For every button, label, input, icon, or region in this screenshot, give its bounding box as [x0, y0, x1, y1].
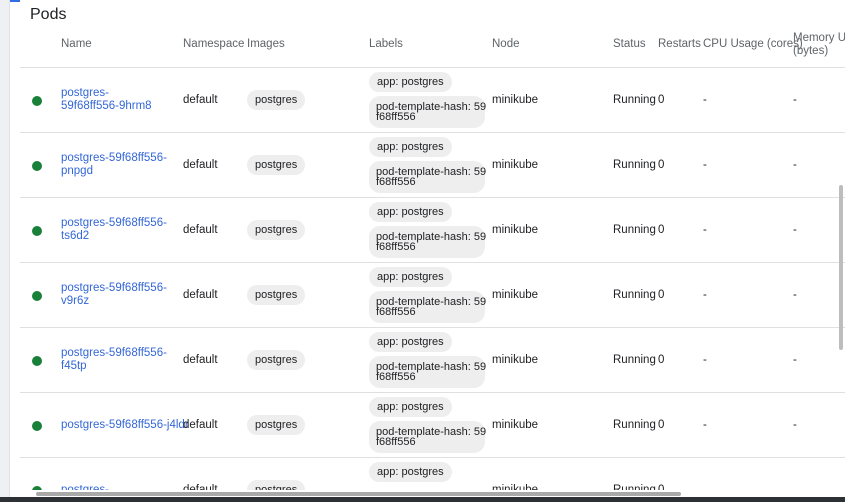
table-row[interactable]: postgres- default postgres app: postgres…	[20, 458, 845, 490]
cpu-usage-cell: -	[703, 94, 707, 106]
restarts-cell: 0	[658, 224, 665, 236]
cpu-usage-cell: -	[703, 224, 707, 236]
label-chip-app: app: postgres	[369, 397, 452, 417]
node-cell: minikube	[492, 419, 539, 431]
namespace-cell: default	[183, 224, 218, 236]
status-running-icon	[32, 226, 42, 236]
status-running-icon	[32, 161, 42, 171]
horizontal-scrollbar-thumb[interactable]	[36, 492, 681, 496]
status-cell: Running	[613, 289, 656, 301]
label-chip-app: app: postgres	[369, 462, 452, 482]
restarts-cell: 0	[658, 484, 665, 490]
label-chip-app: app: postgres	[369, 267, 452, 287]
status-cell: Running	[613, 159, 656, 171]
node-cell: minikube	[492, 289, 539, 301]
node-cell: minikube	[492, 224, 539, 236]
label-chip-app: app: postgres	[369, 332, 452, 352]
card-title: Pods	[30, 6, 67, 23]
image-chip: postgres	[247, 350, 306, 370]
status-running-icon	[32, 421, 42, 431]
node-cell: minikube	[492, 94, 539, 106]
label-chip-pod-template-hash: pod-template-hash: 59 f68ff556	[369, 356, 486, 388]
label-chip-pod-template-hash: pod-template-hash: 59 f68ff556	[369, 96, 486, 128]
status-cell: Running	[613, 224, 656, 236]
header-status: Status	[613, 38, 646, 50]
header-cpu-usage: CPU Usage (cores)	[703, 38, 803, 50]
image-chip: postgres	[247, 480, 306, 490]
memory-usage-cell: -	[793, 94, 797, 106]
pod-name-link[interactable]: postgres-59f68ff556- ts6d2	[61, 217, 176, 243]
status-cell: Running	[613, 94, 656, 106]
memory-usage-cell: -	[793, 224, 797, 236]
namespace-cell: default	[183, 484, 218, 490]
label-chip-app: app: postgres	[369, 72, 452, 92]
status-running-icon	[32, 486, 42, 490]
label-chip-pod-template-hash: pod-template-hash: 59 f68ff556	[369, 291, 486, 323]
table-row[interactable]: postgres-59f68ff556- f45tp default postg…	[20, 328, 845, 393]
image-chip: postgres	[247, 90, 306, 110]
image-chip: postgres	[247, 415, 306, 435]
restarts-cell: 0	[658, 419, 665, 431]
status-cell: Running	[613, 354, 656, 366]
status-cell: Running	[613, 419, 656, 431]
cpu-usage-cell: -	[703, 419, 707, 431]
table-row[interactable]: postgres-59f68ff556- ts6d2 default postg…	[20, 198, 845, 263]
header-images: Images	[247, 38, 285, 50]
header-restarts: Restarts	[658, 38, 701, 50]
node-cell: minikube	[492, 159, 539, 171]
image-chip: postgres	[247, 220, 306, 240]
vertical-scrollbar-thumb[interactable]	[839, 185, 843, 350]
memory-usage-cell: -	[793, 354, 797, 366]
header-node: Node	[492, 38, 520, 50]
pod-name-link[interactable]: postgres-59f68ff556- v9r6z	[61, 282, 176, 308]
namespace-cell: default	[183, 419, 218, 431]
left-gutter	[0, 0, 10, 502]
status-running-icon	[32, 356, 42, 366]
pods-card: Pods Name Namespace Images Labels Node S…	[20, 0, 845, 490]
memory-usage-cell: -	[793, 419, 797, 431]
table-row[interactable]: postgres- 59f68ff556-9hrm8 default postg…	[20, 68, 845, 133]
bottom-bar	[0, 497, 845, 502]
restarts-cell: 0	[658, 94, 665, 106]
label-chip-app: app: postgres	[369, 202, 452, 222]
pod-name-link[interactable]: postgres-	[61, 484, 176, 490]
node-cell: minikube	[492, 484, 539, 490]
label-chip-app: app: postgres	[369, 137, 452, 157]
label-chip-pod-template-hash: pod-template-hash: 59 f68ff556	[369, 421, 486, 453]
restarts-cell: 0	[658, 354, 665, 366]
cpu-usage-cell: -	[703, 159, 707, 171]
namespace-cell: default	[183, 354, 218, 366]
status-running-icon	[32, 291, 42, 301]
table-row[interactable]: postgres-59f68ff556- v9r6z default postg…	[20, 263, 845, 328]
restarts-cell: 0	[658, 159, 665, 171]
status-running-icon	[32, 96, 42, 106]
pod-name-link[interactable]: postgres-59f68ff556- f45tp	[61, 347, 176, 373]
table-row[interactable]: postgres-59f68ff556-j4ldr default postgr…	[20, 393, 845, 458]
header-namespace[interactable]: Namespace	[183, 38, 244, 51]
pod-name-link[interactable]: postgres-59f68ff556- pnpgd	[61, 152, 176, 178]
namespace-cell: default	[183, 159, 218, 171]
label-chip-pod-template-hash: pod-template-hash: 59 f68ff556	[369, 161, 486, 193]
namespace-cell: default	[183, 94, 218, 106]
pod-name-link[interactable]: postgres-59f68ff556-j4ldr	[61, 419, 189, 432]
table-row[interactable]: postgres-59f68ff556- pnpgd default postg…	[20, 133, 845, 198]
image-chip: postgres	[247, 285, 306, 305]
image-chip: postgres	[247, 155, 306, 175]
memory-usage-cell: -	[793, 289, 797, 301]
header-labels: Labels	[369, 38, 403, 50]
status-cell: Running	[613, 484, 656, 490]
namespace-cell: default	[183, 289, 218, 301]
cpu-usage-cell: -	[703, 289, 707, 301]
label-chip-pod-template-hash: pod-template-hash: 59 f68ff556	[369, 226, 486, 258]
restarts-cell: 0	[658, 289, 665, 301]
pod-name-link[interactable]: postgres- 59f68ff556-9hrm8	[61, 87, 176, 113]
header-name[interactable]: Name	[61, 38, 92, 51]
memory-usage-cell: -	[793, 159, 797, 171]
node-cell: minikube	[492, 354, 539, 366]
vertical-scrollbar-track[interactable]	[837, 0, 845, 490]
cpu-usage-cell: -	[703, 354, 707, 366]
